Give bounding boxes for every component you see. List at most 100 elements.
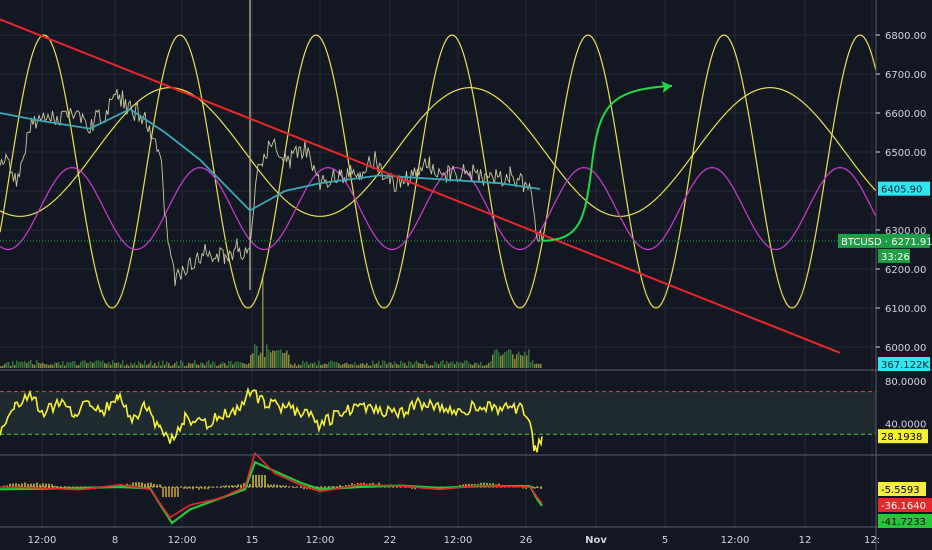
- volume-bar: [90, 361, 92, 368]
- volume-bar: [508, 349, 510, 368]
- volume-bar: [106, 363, 108, 368]
- volume-bar: [194, 360, 196, 368]
- volume-bar: [46, 364, 48, 368]
- volume-bar: [266, 344, 268, 368]
- macd-histogram-bar: [228, 485, 230, 487]
- volume-bar: [218, 365, 220, 368]
- volume-bar: [396, 363, 398, 368]
- volume-bar: [60, 364, 62, 368]
- volume-bar: [258, 355, 260, 368]
- volume-bar: [498, 352, 500, 368]
- chart[interactable]: 6000.006100.006200.006300.006500.006600.…: [0, 0, 932, 550]
- volume-bar: [532, 360, 534, 368]
- macd-hist-tag: -5.5593: [881, 485, 920, 496]
- macd-histogram-bar: [57, 486, 59, 487]
- volume-bar: [2, 365, 4, 368]
- macd-histogram-bar: [177, 487, 179, 497]
- volume-bar: [168, 362, 170, 368]
- volume-bar: [398, 364, 400, 368]
- macd-histogram-bar: [234, 485, 236, 487]
- volume-bar: [350, 364, 352, 368]
- volume-bar: [436, 362, 438, 368]
- volume-bar: [510, 349, 512, 368]
- volume-bar: [410, 362, 412, 368]
- volume-bar: [154, 362, 156, 368]
- volume-bar: [42, 362, 44, 368]
- volume-bar: [230, 360, 232, 368]
- volume-bar: [304, 362, 306, 368]
- volume-bar: [114, 362, 116, 368]
- volume-bar: [348, 364, 350, 368]
- volume-bar: [224, 363, 226, 368]
- volume-bar: [236, 361, 238, 368]
- volume-bar: [222, 361, 224, 368]
- macd-histogram-bar: [51, 484, 53, 487]
- volume-bar: [374, 364, 376, 368]
- volume-bar: [278, 350, 280, 368]
- volume-bar: [308, 364, 310, 368]
- volume-bar: [478, 364, 480, 368]
- volume-bar: [64, 365, 66, 368]
- volume-bar: [14, 364, 16, 368]
- volume-bar: [366, 363, 368, 368]
- macd-histogram-bar: [168, 487, 170, 497]
- volume-bar: [314, 362, 316, 368]
- time-axis-tick-label: 15: [246, 535, 259, 546]
- macd-histogram-bar: [213, 487, 215, 488]
- macd-histogram-bar: [24, 482, 26, 487]
- volume-bar: [128, 365, 130, 368]
- volume-bar: [240, 361, 242, 368]
- volume-bar: [426, 363, 428, 368]
- volume-bar: [482, 365, 484, 368]
- volume-bar: [78, 364, 80, 368]
- macd-histogram-bar: [33, 483, 35, 487]
- volume-bar: [312, 363, 314, 368]
- volume-bar: [484, 365, 486, 368]
- volume-bar: [208, 360, 210, 368]
- volume-bar: [32, 364, 34, 368]
- countdown-tag: 33:26: [881, 252, 910, 263]
- volume-bar: [86, 362, 88, 368]
- volume-bar: [92, 362, 94, 368]
- volume-bar: [332, 361, 334, 368]
- volume-tag: 367.122K: [881, 360, 929, 371]
- macd-histogram-bar: [219, 487, 221, 488]
- macd-histogram-bar: [186, 487, 188, 490]
- volume-bar: [280, 349, 282, 368]
- volume-bar: [288, 354, 290, 368]
- volume-bar: [206, 361, 208, 368]
- volume-bar: [354, 362, 356, 368]
- volume-bar: [336, 361, 338, 368]
- volume-bar: [286, 350, 288, 368]
- macd-histogram-bar: [156, 484, 158, 487]
- volume-bar: [504, 352, 506, 368]
- volume-bar: [300, 365, 302, 368]
- volume-bar: [530, 362, 532, 368]
- volume-bar: [132, 364, 134, 368]
- macd-histogram-bar: [534, 487, 536, 489]
- volume-bar: [226, 365, 228, 368]
- volume-bar: [242, 363, 244, 368]
- volume-bar: [254, 344, 256, 368]
- macd-histogram-bar: [189, 487, 191, 489]
- volume-bar: [26, 362, 28, 368]
- volume-bar: [138, 361, 140, 368]
- volume-bar: [260, 352, 262, 368]
- macd-histogram-bar: [27, 483, 29, 487]
- volume-bar: [306, 361, 308, 368]
- volume-bar: [80, 361, 82, 368]
- macd-histogram-bar: [141, 482, 143, 487]
- volume-bar: [162, 360, 164, 368]
- macd-histogram-bar: [252, 475, 254, 487]
- volume-bar: [434, 361, 436, 368]
- volume-bar: [432, 365, 434, 368]
- volume-bar: [324, 363, 326, 368]
- volume-bar: [122, 360, 124, 368]
- volume-bar: [130, 362, 132, 368]
- volume-bar: [472, 365, 474, 368]
- time-axis-tick-label: 5: [662, 535, 668, 546]
- volume-bar: [344, 363, 346, 368]
- volume-bar: [522, 355, 524, 368]
- volume-bar: [244, 363, 246, 368]
- rsi-axis-tick-label: 40.0000: [885, 420, 926, 431]
